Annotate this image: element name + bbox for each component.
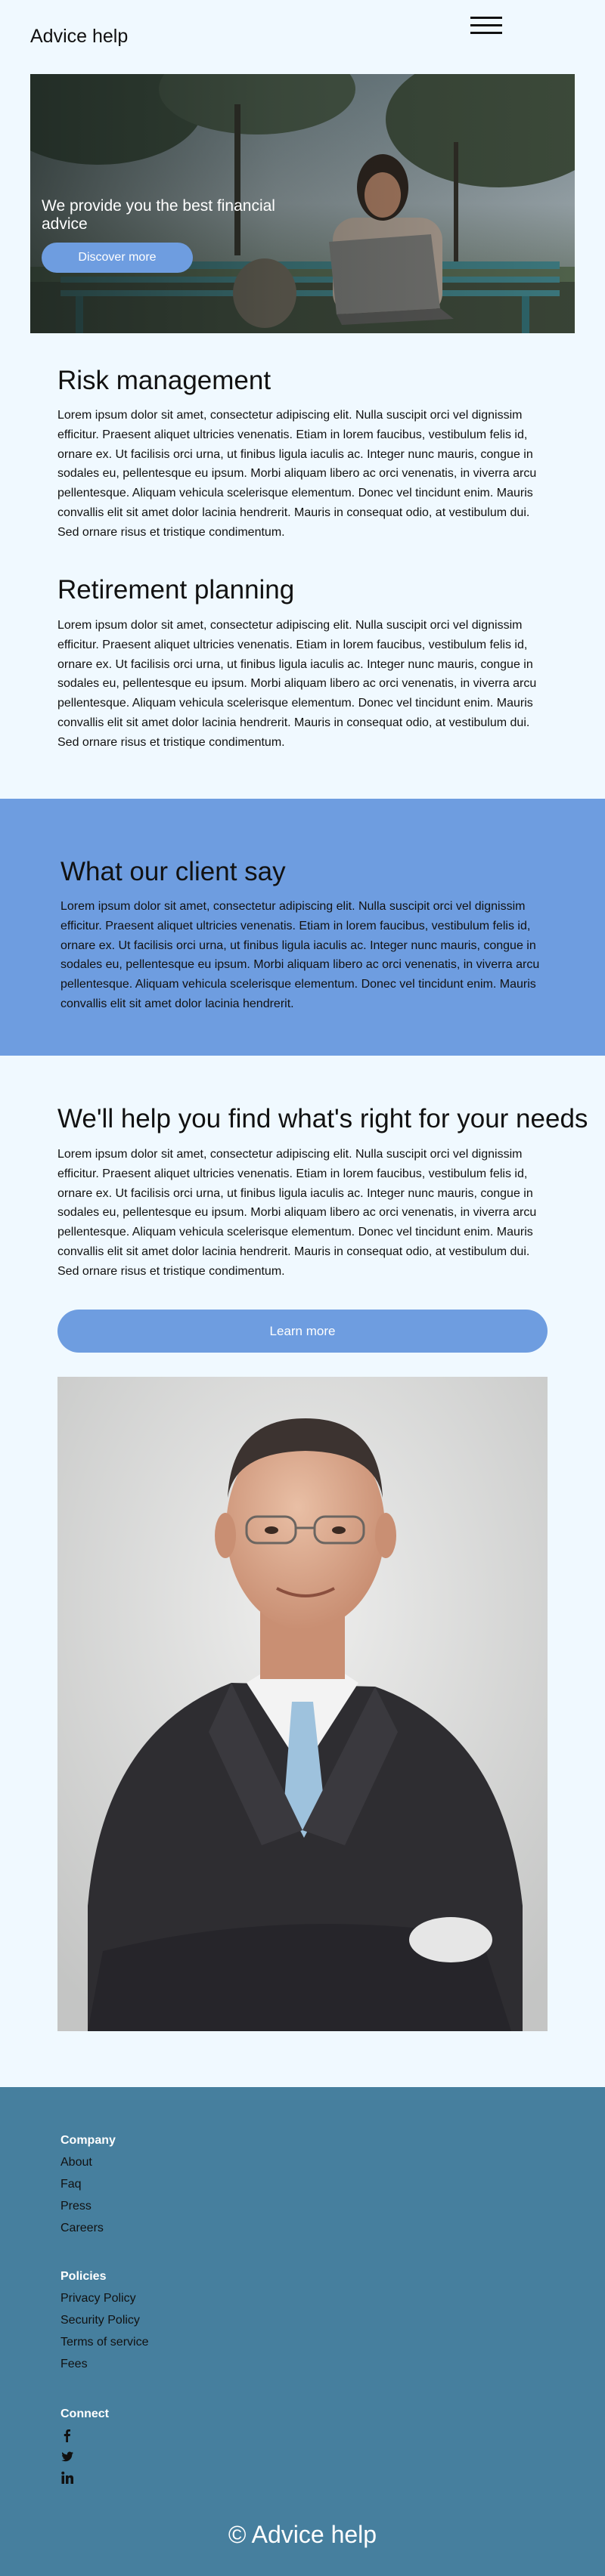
needs-text: Lorem ipsum dolor sit amet, consectetur …	[57, 1148, 537, 1278]
hero-title: We provide you the best financial advice	[42, 197, 275, 233]
footer-copyright: © Advice help	[228, 2521, 377, 2548]
footer-heading-connect: Connect	[60, 2407, 109, 2420]
footer-heading-policies: Policies	[60, 2270, 107, 2283]
advisor-photo	[57, 1377, 548, 2031]
testimonial-text: Lorem ipsum dolor sit amet, consectetur …	[60, 900, 540, 1010]
footer-link-careers[interactable]: Careers	[60, 2222, 104, 2235]
site-footer: Company About Faq Press Careers Policies…	[0, 2087, 605, 2576]
section-text-retirement-planning: Lorem ipsum dolor sit amet, consectetur …	[57, 619, 537, 749]
site-logo[interactable]: Advice help	[30, 26, 128, 48]
footer-link-fees[interactable]: Fees	[60, 2358, 88, 2371]
facebook-icon[interactable]	[60, 2429, 74, 2442]
section-title-retirement-planning: Retirement planning	[57, 575, 295, 605]
footer-link-faq[interactable]: Faq	[60, 2178, 82, 2191]
learn-more-button[interactable]: Learn more	[57, 1310, 548, 1353]
linkedin-icon[interactable]	[60, 2471, 74, 2485]
section-text-risk-management: Lorem ipsum dolor sit amet, consectetur …	[57, 409, 537, 539]
hamburger-menu-icon[interactable]	[470, 17, 502, 36]
twitter-icon[interactable]	[60, 2450, 74, 2463]
footer-link-about[interactable]: About	[60, 2156, 92, 2169]
footer-link-security-policy[interactable]: Security Policy	[60, 2314, 140, 2327]
needs-title: We'll help you find what's right for you…	[57, 1104, 588, 1133]
footer-heading-company: Company	[60, 2134, 116, 2147]
discover-more-button[interactable]: Discover more	[42, 243, 193, 273]
advisor-portrait	[57, 1377, 548, 2031]
testimonial-section: What our client say Lorem ipsum dolor si…	[0, 799, 605, 1056]
footer-link-privacy-policy[interactable]: Privacy Policy	[60, 2292, 136, 2305]
footer-link-press[interactable]: Press	[60, 2200, 92, 2213]
hero-banner: We provide you the best financial advice…	[30, 74, 575, 333]
site-header: Advice help	[0, 0, 605, 74]
footer-link-terms-of-service[interactable]: Terms of service	[60, 2336, 148, 2349]
page: Advice help We provide you the best fina…	[0, 0, 605, 2576]
testimonial-title: What our client say	[60, 857, 286, 886]
section-title-risk-management: Risk management	[57, 366, 271, 395]
